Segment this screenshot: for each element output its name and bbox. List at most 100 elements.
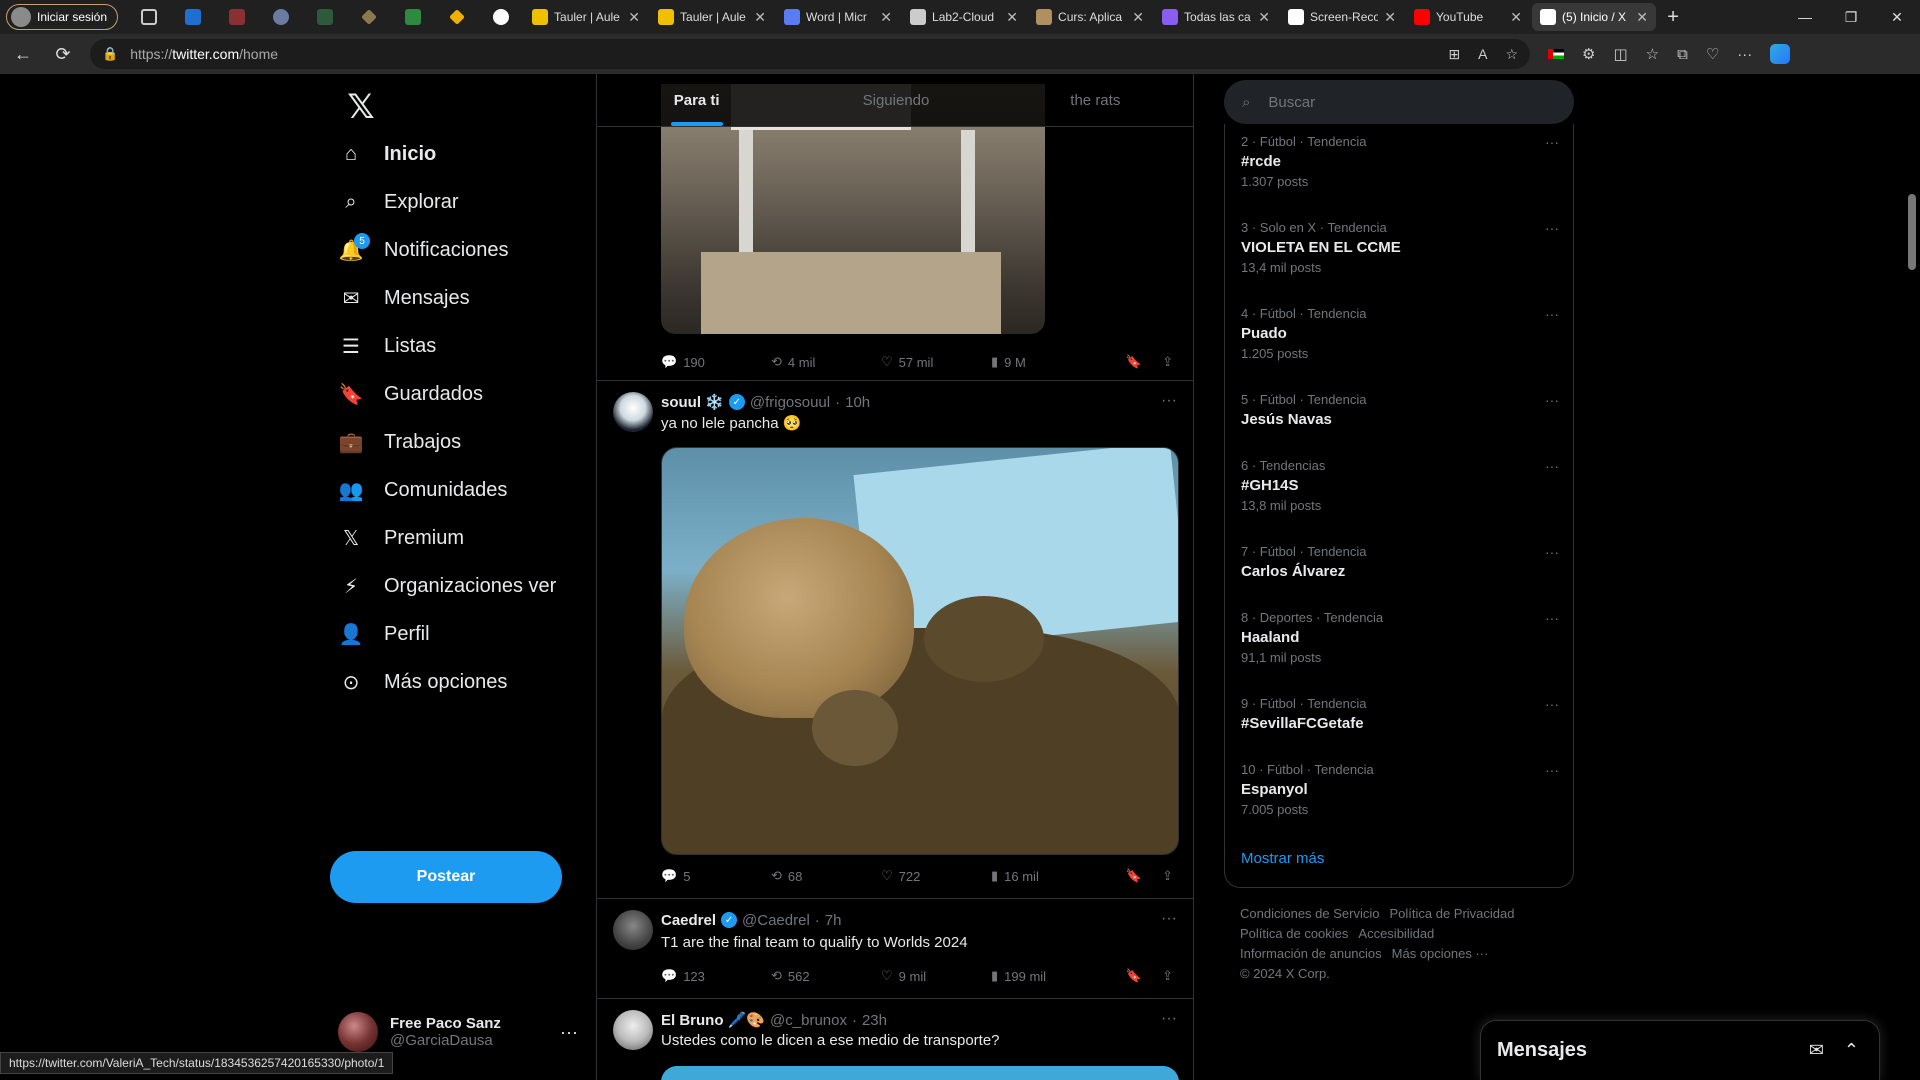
nav-item-comunidades[interactable]: 👥 Comunidades xyxy=(338,466,508,514)
close-tab-icon[interactable]: ✕ xyxy=(754,9,766,26)
reply-button[interactable]: 💬 123 xyxy=(661,968,771,984)
scrollbar-thumb[interactable] xyxy=(1908,194,1916,270)
footer-link[interactable]: Política de cookies xyxy=(1240,924,1348,944)
browser-tab[interactable]: Curs: Aplica ✕ xyxy=(1028,3,1152,31)
tweet-display-name[interactable]: Caedrel xyxy=(661,912,716,929)
footer-link[interactable]: Accesibilidad xyxy=(1358,924,1434,944)
pinned-tab-outlook[interactable] xyxy=(172,3,214,31)
bookmark-icon[interactable]: 🔖 xyxy=(1126,868,1142,884)
browser-tab[interactable]: Tauler | Aule ✕ xyxy=(524,3,648,31)
search-input[interactable]: ⌕ Buscar xyxy=(1224,80,1574,124)
share-icon[interactable]: ⇪ xyxy=(1162,868,1173,884)
like-button[interactable]: ♡ 57 mil xyxy=(881,354,991,370)
nav-item-trabajos[interactable]: 💼 Trabajos xyxy=(338,418,462,466)
tweet-time[interactable]: 23h xyxy=(862,1012,887,1029)
close-tab-icon[interactable]: ✕ xyxy=(1258,9,1270,26)
collections-icon[interactable]: ⧉ xyxy=(1677,46,1688,63)
nav-item-explorar[interactable]: ⌕ Explorar xyxy=(338,178,458,226)
restore-icon[interactable]: ❐ xyxy=(1828,0,1874,34)
retweet-button[interactable]: ⟲ 68 xyxy=(771,868,881,884)
trend-more-icon[interactable]: ··· xyxy=(1545,458,1559,474)
tweet-more-icon[interactable]: ··· xyxy=(1161,1010,1177,1028)
browser-tab[interactable]: YouTube ✕ xyxy=(1406,3,1530,31)
favorite-star-icon[interactable]: ☆ xyxy=(1505,46,1518,63)
settings-more-icon[interactable]: ··· xyxy=(1737,46,1752,63)
browser-profile-button[interactable]: Iniciar sesión xyxy=(6,4,119,30)
nav-item-perfil[interactable]: 👤 Perfil xyxy=(338,610,430,658)
tweet-handle[interactable]: @frigosouul xyxy=(750,394,830,411)
trend-more-icon[interactable]: ··· xyxy=(1545,696,1559,712)
trend-item[interactable]: 4 · Fútbol · Tendencia Puado 1.205 posts ··… xyxy=(1241,306,1559,361)
tweet-display-name[interactable]: El Bruno 🖊️🎨 xyxy=(661,1011,765,1029)
footer-link[interactable]: Condiciones de Servicio xyxy=(1240,904,1379,924)
pinned-tab-6[interactable] xyxy=(392,3,434,31)
close-tab-icon[interactable]: ✕ xyxy=(1006,9,1018,26)
tweet-handle[interactable]: @c_brunox xyxy=(770,1012,847,1029)
back-icon[interactable]: ← xyxy=(6,37,40,71)
bookmark-icon[interactable]: 🔖 xyxy=(1126,354,1142,370)
tweet-media-image[interactable] xyxy=(661,447,1179,855)
trend-more-icon[interactable]: ··· xyxy=(1545,306,1559,322)
footer-link[interactable]: Información de anuncios xyxy=(1240,944,1382,964)
views-button[interactable]: ▮ 16 mil xyxy=(991,868,1109,884)
trend-item[interactable]: 3 · Solo en X · Tendencia VIOLETA EN EL C… xyxy=(1241,220,1559,275)
tweet-time[interactable]: 7h xyxy=(825,912,842,929)
close-tab-icon[interactable]: ✕ xyxy=(1636,9,1648,26)
reply-button[interactable]: 💬 5 xyxy=(661,868,771,884)
favorites-icon[interactable]: ☆ xyxy=(1646,45,1659,63)
views-button[interactable]: ▮ 9 M xyxy=(991,354,1109,370)
trend-more-icon[interactable]: ··· xyxy=(1545,220,1559,236)
trend-more-icon[interactable]: ··· xyxy=(1545,762,1559,778)
pinned-tab-3[interactable] xyxy=(260,3,302,31)
like-button[interactable]: ♡ 9 mil xyxy=(881,968,991,984)
nav-item-mensajes[interactable]: ✉ Mensajes xyxy=(338,274,470,322)
share-icon[interactable]: ⇪ xyxy=(1162,354,1173,370)
tab-siguiendo[interactable]: Siguiendo xyxy=(796,74,995,126)
browser-tab[interactable]: Screen-Reco ✕ xyxy=(1280,3,1404,31)
browser-tab[interactable]: (5) Inicio / X ✕ xyxy=(1532,3,1657,31)
nav-item-m-s-opciones[interactable]: ⊙ Más opciones xyxy=(338,658,508,706)
extension-flag-icon[interactable] xyxy=(1548,49,1564,59)
tweet-media-image[interactable] xyxy=(661,1066,1179,1080)
new-tab-button[interactable]: + xyxy=(1658,3,1688,31)
nav-item-inicio[interactable]: ⌂ Inicio xyxy=(338,130,436,178)
share-icon[interactable]: ⇪ xyxy=(1162,968,1173,984)
like-button[interactable]: ♡ 722 xyxy=(881,868,991,884)
trend-item[interactable]: 7 · Fútbol · Tendencia Carlos Álvarez ··· xyxy=(1241,544,1559,580)
bookmark-icon[interactable]: 🔖 xyxy=(1126,968,1142,984)
close-tab-icon[interactable]: ✕ xyxy=(628,9,640,26)
tweet-display-name[interactable]: souul ❄️ xyxy=(661,393,724,411)
nav-item-guardados[interactable]: 🔖 Guardados xyxy=(338,370,483,418)
tab-the-rats[interactable]: the rats xyxy=(996,74,1193,126)
tweet-avatar[interactable] xyxy=(613,910,653,950)
post-button[interactable]: Postear xyxy=(330,851,562,903)
retweet-button[interactable]: ⟲ 562 xyxy=(771,968,881,984)
copilot-icon[interactable] xyxy=(1770,44,1791,64)
pinned-tab-4[interactable] xyxy=(304,3,346,31)
footer-link[interactable]: Política de Privacidad xyxy=(1389,904,1514,924)
minimize-icon[interactable]: — xyxy=(1782,0,1828,34)
tweet-more-icon[interactable]: ··· xyxy=(1161,910,1177,928)
tweet-time[interactable]: 10h xyxy=(845,394,870,411)
tweet-more-icon[interactable]: ··· xyxy=(1161,392,1177,410)
reload-icon[interactable]: ⟳ xyxy=(46,37,80,71)
browser-tab[interactable]: Tauler | Aule ✕ xyxy=(650,3,774,31)
account-more-icon[interactable]: ··· xyxy=(560,1022,578,1043)
trend-more-icon[interactable]: ··· xyxy=(1545,610,1559,626)
tweet-avatar[interactable] xyxy=(613,1010,653,1050)
close-tab-icon[interactable]: ✕ xyxy=(1384,9,1396,26)
trend-more-icon[interactable]: ··· xyxy=(1545,134,1559,150)
trend-item[interactable]: 9 · Fútbol · Tendencia #SevillaFCGetafe ··… xyxy=(1241,696,1559,732)
pinned-tab-2[interactable] xyxy=(216,3,258,31)
browser-tab[interactable]: Lab2-Cloud ✕ xyxy=(902,3,1026,31)
nav-item-premium[interactable]: 𝕏 Premium xyxy=(338,514,464,562)
tweet-handle[interactable]: @Caedrel xyxy=(742,912,810,929)
close-tab-icon[interactable]: ✕ xyxy=(1510,9,1522,26)
nav-item-organizaciones-ver[interactable]: ⚡ Organizaciones ver xyxy=(338,562,556,610)
workspaces-icon[interactable] xyxy=(128,3,170,31)
nav-item-notificaciones[interactable]: 🔔 5 Notificaciones xyxy=(338,226,509,274)
app-available-icon[interactable]: ⊞ xyxy=(1448,46,1460,63)
close-tab-icon[interactable]: ✕ xyxy=(880,9,892,26)
trend-item[interactable]: 8 · Deportes · Tendencia Haaland 91,1 mil … xyxy=(1241,610,1559,665)
x-logo-icon[interactable]: 𝕏 xyxy=(338,84,384,130)
